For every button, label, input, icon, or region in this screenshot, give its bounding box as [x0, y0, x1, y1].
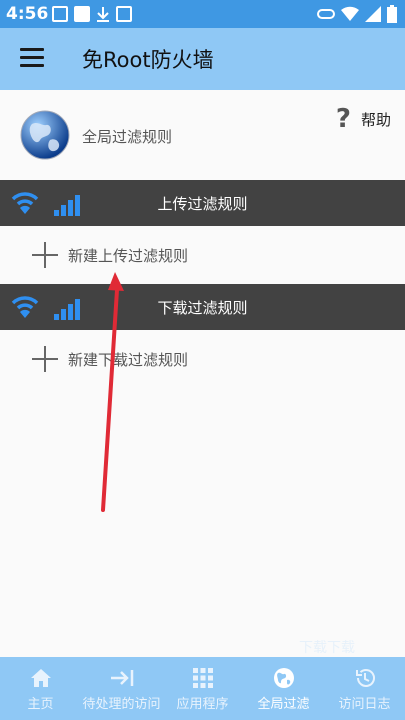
bottom-navigation: 主页 待处理的访问 应用程序 全局过滤 访问日志 — [0, 657, 405, 720]
nav-item-home[interactable]: 主页 — [0, 657, 81, 720]
globe-icon — [273, 668, 294, 688]
upload-section-header: 上传过滤规则 — [0, 180, 405, 226]
download-section-title: 下载过滤规则 — [157, 299, 248, 317]
add-upload-rule-button[interactable]: 新建上传过滤规则 — [0, 226, 405, 284]
add-upload-rule-label: 新建上传过滤规则 — [68, 247, 189, 265]
app-title: 免Root防火墙 — [82, 48, 214, 72]
battery-icon — [387, 5, 397, 23]
add-download-rule-label: 新建下载过滤规则 — [68, 351, 189, 369]
notification-icon — [52, 6, 68, 22]
notification-icon — [74, 6, 90, 22]
nav-item-pending-access[interactable]: 待处理的访问 — [81, 657, 162, 720]
nav-label: 全局过滤 — [257, 697, 310, 712]
status-time: 4:56 — [6, 4, 49, 24]
plus-icon — [32, 346, 58, 372]
app-notification-icon — [116, 6, 132, 22]
app-bar: 免Root防火墙 — [0, 28, 405, 90]
status-system-icons — [317, 5, 397, 23]
nav-label: 主页 — [27, 697, 54, 712]
wifi-status-icon — [341, 6, 359, 22]
globe-icon — [20, 110, 70, 160]
nav-item-global-filter[interactable]: 全局过滤 — [243, 657, 324, 720]
plus-icon — [32, 242, 58, 268]
nav-label: 访问日志 — [338, 697, 391, 712]
upload-section-title: 上传过滤规则 — [157, 195, 248, 213]
download-section-header: 下载过滤规则 — [0, 284, 405, 330]
status-bar: 4:56 — [0, 0, 405, 28]
help-label: 帮助 — [360, 110, 391, 129]
help-icon: ? — [335, 104, 351, 134]
signal-icon — [365, 6, 381, 22]
status-notification-icons — [52, 6, 132, 22]
nav-label: 应用程序 — [176, 697, 229, 712]
nav-item-access-log[interactable]: 访问日志 — [324, 657, 405, 720]
nav-label: 待处理的访问 — [82, 697, 161, 712]
global-filter-row: 全局过滤规则 ? 帮助 — [0, 90, 405, 180]
nav-item-applications[interactable]: 应用程序 — [162, 657, 243, 720]
menu-icon[interactable] — [20, 48, 44, 68]
download-icon — [97, 7, 109, 22]
history-icon — [355, 669, 375, 687]
help-button[interactable]: ? 帮助 — [336, 104, 391, 134]
add-download-rule-button[interactable]: 新建下载过滤规则 — [0, 330, 405, 388]
grid-icon — [192, 668, 213, 688]
arrow-right-icon — [110, 670, 133, 686]
link-icon — [317, 9, 335, 19]
global-filter-label: 全局过滤规则 — [82, 128, 173, 146]
watermark-text: 下载下载 — [299, 640, 355, 656]
home-icon — [30, 669, 51, 687]
